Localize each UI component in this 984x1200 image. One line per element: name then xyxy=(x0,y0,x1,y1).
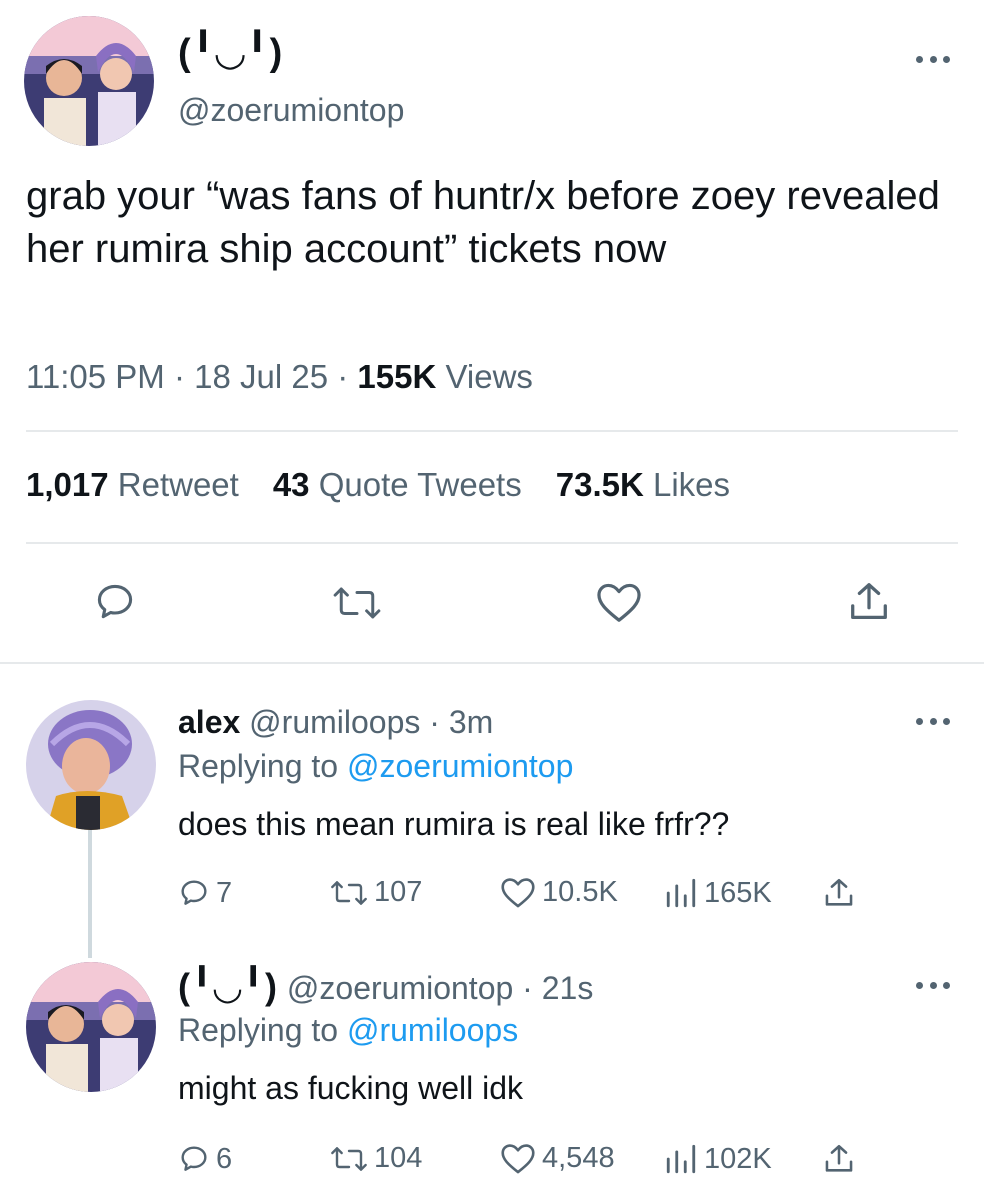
reply-avatar[interactable] xyxy=(26,962,156,1092)
more-horizontal-icon[interactable] xyxy=(916,54,950,64)
like-button[interactable]: 4,548 xyxy=(500,1142,615,1175)
replying-to-label: Replying to xyxy=(178,1012,347,1048)
reply-author-name[interactable]: (╹◡╹) xyxy=(178,966,278,1007)
retweet-icon xyxy=(331,1146,367,1171)
reply-separator: · xyxy=(513,970,542,1006)
reply-avatar[interactable] xyxy=(26,700,156,830)
author-avatar[interactable] xyxy=(24,16,154,146)
reply-count: 6 xyxy=(216,1142,233,1175)
quotes-label: Quote Tweets xyxy=(309,466,522,503)
meta-separator: · xyxy=(164,358,195,395)
share-icon xyxy=(825,1144,853,1172)
reply-time[interactable]: 3m xyxy=(449,704,493,740)
like-count: 4,548 xyxy=(542,1142,615,1174)
tweet-text: grab your “was fans of huntr/x before zo… xyxy=(26,174,940,271)
replying-to: Replying to @rumiloops xyxy=(178,1012,518,1049)
share-button[interactable] xyxy=(822,876,862,910)
likes-label: Likes xyxy=(643,466,731,503)
retweet-count: 104 xyxy=(374,1142,423,1174)
tweet-stats: 1,017 Retweet 43 Quote Tweets 73.5K Likes xyxy=(26,466,764,504)
reply-author-handle[interactable]: @zoerumiontop xyxy=(287,970,513,1006)
like-button[interactable]: 10.5K xyxy=(500,876,618,909)
retweet-icon[interactable] xyxy=(332,582,382,624)
bar-chart-icon xyxy=(666,1144,696,1174)
reply-time[interactable]: 21s xyxy=(542,970,594,1006)
replying-to-link[interactable]: @zoerumiontop xyxy=(347,748,573,784)
retweet-button[interactable]: 104 xyxy=(330,1142,422,1175)
replying-to: Replying to @zoerumiontop xyxy=(178,748,573,785)
heart-icon xyxy=(501,877,535,907)
reply-actions: 7 107 10.5K 165K xyxy=(174,876,874,916)
like-count: 10.5K xyxy=(542,876,618,908)
more-horizontal-icon[interactable] xyxy=(916,716,950,726)
speech-bubble-icon[interactable] xyxy=(93,580,137,624)
retweets-count: 1,017 xyxy=(26,466,109,503)
reply-author-handle[interactable]: @rumiloops xyxy=(249,704,420,740)
more-horizontal-icon[interactable] xyxy=(916,980,950,990)
thread-line xyxy=(88,830,92,958)
tweet-meta: 11:05 PM · 18 Jul 25 · 155K Views xyxy=(26,358,533,396)
views-count: 165K xyxy=(704,876,772,909)
quotes-count: 43 xyxy=(272,466,310,503)
share-icon xyxy=(825,878,853,906)
tweet-time[interactable]: 11:05 PM xyxy=(26,358,165,395)
views-count: 102K xyxy=(704,1142,772,1175)
retweet-button[interactable]: 107 xyxy=(330,876,422,909)
divider xyxy=(26,542,958,544)
views-count: 155K xyxy=(357,358,437,395)
views-button[interactable]: 165K xyxy=(664,876,772,910)
reply-separator: · xyxy=(420,704,449,740)
likes-stat[interactable]: 73.5K Likes xyxy=(556,466,730,503)
speech-bubble-icon xyxy=(181,1146,207,1171)
reply-header: alex @rumiloops · 3m xyxy=(178,704,493,741)
likes-count: 73.5K xyxy=(555,466,644,503)
reply-count: 7 xyxy=(216,876,233,909)
retweets-stat[interactable]: 1,017 Retweet xyxy=(26,466,239,503)
reply-header: (╹◡╹) @zoerumiontop · 21s xyxy=(178,966,593,1008)
reply-button[interactable]: 7 xyxy=(178,876,232,910)
divider xyxy=(26,430,958,432)
replying-to-label: Replying to xyxy=(178,748,347,784)
heart-icon[interactable] xyxy=(596,582,642,624)
reply-actions: 6 104 4,548 102K xyxy=(174,1142,874,1182)
share-icon[interactable] xyxy=(846,578,892,626)
speech-bubble-icon xyxy=(181,880,207,905)
replying-to-link[interactable]: @rumiloops xyxy=(347,1012,518,1048)
retweet-count: 107 xyxy=(374,876,423,908)
retweets-label: Retweet xyxy=(108,466,239,503)
reply-text: might as fucking well idk xyxy=(178,1070,524,1106)
views-label: Views xyxy=(436,358,533,395)
heart-icon xyxy=(501,1143,535,1173)
reply-button[interactable]: 6 xyxy=(178,1142,232,1176)
reply-text: does this mean rumira is real like frfr?… xyxy=(178,806,730,842)
tweet-date[interactable]: 18 Jul 25 xyxy=(194,358,328,395)
views-button[interactable]: 102K xyxy=(664,1142,772,1176)
divider xyxy=(0,662,984,664)
meta-separator: · xyxy=(328,358,358,395)
quotes-stat[interactable]: 43 Quote Tweets xyxy=(273,466,522,503)
author-display-name[interactable]: (╹◡╹) xyxy=(178,30,283,75)
author-handle[interactable]: @zoerumiontop xyxy=(178,92,404,129)
share-button[interactable] xyxy=(822,1142,862,1176)
bar-chart-icon xyxy=(666,878,696,908)
retweet-icon xyxy=(331,880,367,905)
reply-author-name[interactable]: alex xyxy=(178,704,240,740)
